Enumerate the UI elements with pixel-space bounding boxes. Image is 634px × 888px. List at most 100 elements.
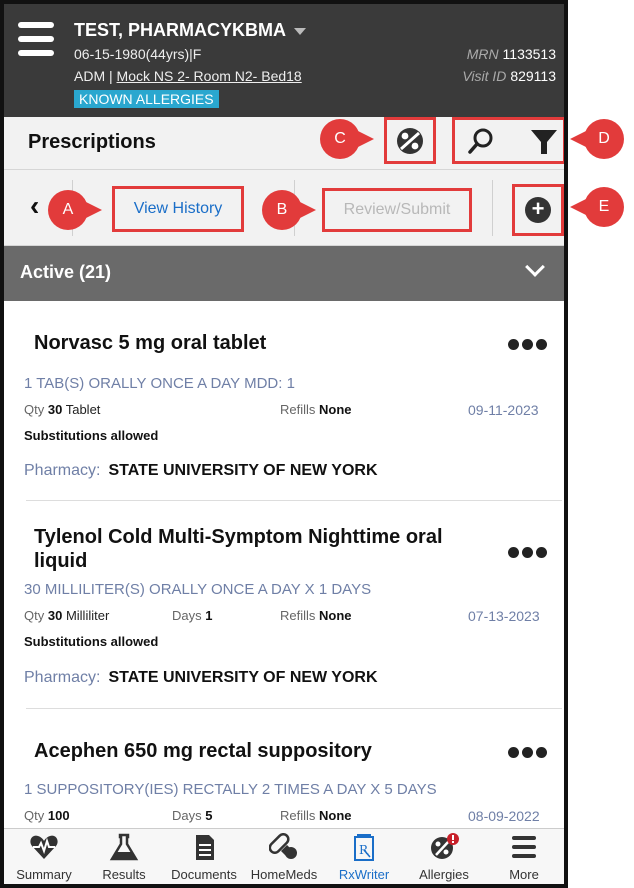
pharmacy-value: STATE UNIVERSITY OF NEW YORK [108,462,378,479]
mrn-label: MRN [466,46,499,62]
tab-rxwriter[interactable]: R RxWriter [324,829,404,884]
app-screen: TEST, PHARMACYKBMA 06-15-1980(44yrs)|F A… [0,0,568,888]
tab-documents[interactable]: Documents [164,829,244,884]
patient-location: ADM | Mock NS 2- Room N2- Bed18 [74,68,302,84]
add-prescription-button[interactable]: + [512,184,564,236]
plus-circle-icon: + [525,197,551,223]
pharmacy-value: STATE UNIVERSITY OF NEW YORK [108,669,378,686]
qty-unit: Milliliter [65,608,110,623]
known-allergies-badge[interactable]: KNOWN ALLERGIES [74,90,219,108]
callout-d: D [570,119,624,159]
patient-header: TEST, PHARMACYKBMA 06-15-1980(44yrs)|F A… [4,4,564,117]
patient-visit-id: Visit ID 829113 [462,68,556,84]
tab-label: Documents [171,867,237,882]
refills-label: Refills [280,608,316,623]
qty-label: Qty [24,402,45,417]
collapse-chevron-icon[interactable]: ‹ [30,190,39,222]
prescription-sig: 1 SUPPOSITORY(IES) RECTALLY 2 TIMES A DA… [24,781,437,798]
tab-label: RxWriter [338,867,390,882]
pills-icon [269,833,297,859]
prescription-card[interactable]: Acephen 650 mg rectal suppository 1 SUPP… [4,709,564,829]
patient-dob: 06-15-1980(44yrs)|F [74,46,202,62]
location-room-link[interactable]: Mock NS 2- Room N2- Bed18 [117,68,302,84]
prescription-sig: 30 MILLILITER(S) ORALLY ONCE A DAY X 1 D… [24,581,372,598]
prescription-card[interactable]: Tylenol Cold Multi-Symptom Nighttime ora… [4,501,564,709]
chevron-down-icon [525,257,545,277]
pharmacy-line: Pharmacy: STATE UNIVERSITY OF NEW YORK [24,669,378,687]
refills-label: Refills [280,402,316,417]
search-icon[interactable] [461,120,501,164]
prescription-name: Tylenol Cold Multi-Symptom Nighttime ora… [34,526,443,572]
callout-a: A [48,190,102,230]
days: Days 1 [172,608,212,623]
visit-value: 829113 [510,68,556,84]
tab-label: HomeMeds [250,867,318,882]
rx-icon: R [354,834,374,861]
callout-b: B [262,190,316,230]
prescription-sig: 1 TAB(S) ORALLY ONCE A DAY MDD: 1 [24,375,295,392]
chevron-down-icon [294,27,307,35]
callout-c: C [320,119,374,159]
prescription-card[interactable]: Norvasc 5 mg oral tablet 1 TAB(S) ORALLY… [4,301,564,501]
section-title: Active (21) [20,262,112,282]
pharmacy-label: Pharmacy: [24,669,101,686]
substitutions-text: Substitutions allowed [24,634,159,649]
refills: Refills None [280,608,352,623]
search-filter-group [452,117,565,164]
tab-label: More [509,867,539,882]
tab-more[interactable]: More [484,829,564,884]
patient-name-text: TEST, PHARMACYKBMA [74,20,287,40]
filter-icon[interactable] [525,120,565,164]
review-submit-button[interactable]: Review/Submit [322,188,472,232]
patient-mrn: MRN 1133513 [467,46,556,62]
substitutions-text: Substitutions allowed [24,428,159,443]
prescription-date: 09-11-2023 [468,402,539,418]
visit-label: Visit ID [462,68,507,84]
hamburger-menu-icon[interactable] [18,22,58,58]
tab-label: Allergies [419,867,469,882]
menu-icon [512,836,536,858]
prescription-date: 08-09-2022 [468,808,540,824]
view-history-button[interactable]: View History [112,186,244,232]
title-bar: Prescriptions [4,117,564,170]
document-icon [196,835,214,860]
tab-label: Results [102,867,146,882]
mrn-value: 1133513 [502,46,556,62]
refills: Refills None [280,402,352,417]
tab-summary[interactable]: Summary [4,829,84,884]
days: Days 5 [172,808,212,823]
days-value: 1 [205,608,213,623]
refills-label: Refills [280,808,316,823]
no-substitution-toggle-button[interactable] [384,117,436,164]
more-options-icon[interactable] [508,541,550,564]
prescription-name: Acephen 650 mg rectal suppository [34,740,372,762]
days-label: Days [172,608,202,623]
qty-label: Qty [24,608,45,623]
more-options-icon[interactable] [508,741,550,764]
active-section-header[interactable]: Active (21) [4,246,564,301]
tab-allergies[interactable]: Allergies [404,829,484,884]
tab-label: Summary [16,867,72,882]
percent-circle-icon [397,128,423,154]
qty-value: 30 [47,402,63,417]
prescription-list: Norvasc 5 mg oral tablet 1 TAB(S) ORALLY… [4,301,564,829]
prescription-name: Norvasc 5 mg oral tablet [34,332,267,354]
refills-value: None [319,402,352,417]
more-options-icon[interactable] [508,333,550,356]
tab-results[interactable]: Results [84,829,164,884]
patient-name[interactable]: TEST, PHARMACYKBMA [74,20,307,41]
location-prefix: ADM | [74,68,117,84]
page-title: Prescriptions [28,131,156,153]
qty-value: 100 [47,808,70,823]
qty-unit: Tablet [65,402,101,417]
days-label: Days [172,808,202,823]
refills: Refills None [280,808,352,823]
days-value: 5 [205,808,213,823]
pharmacy-line: Pharmacy: STATE UNIVERSITY OF NEW YORK [24,462,378,480]
callout-e: E [570,187,624,227]
allergy-icon [431,833,459,859]
divider [492,180,493,236]
tab-homemeds[interactable]: HomeMeds [244,829,324,884]
bottom-tab-bar: Summary Results Documents HomeMeds R RxW… [4,828,564,884]
prescription-date: 07-13-2023 [468,608,540,624]
